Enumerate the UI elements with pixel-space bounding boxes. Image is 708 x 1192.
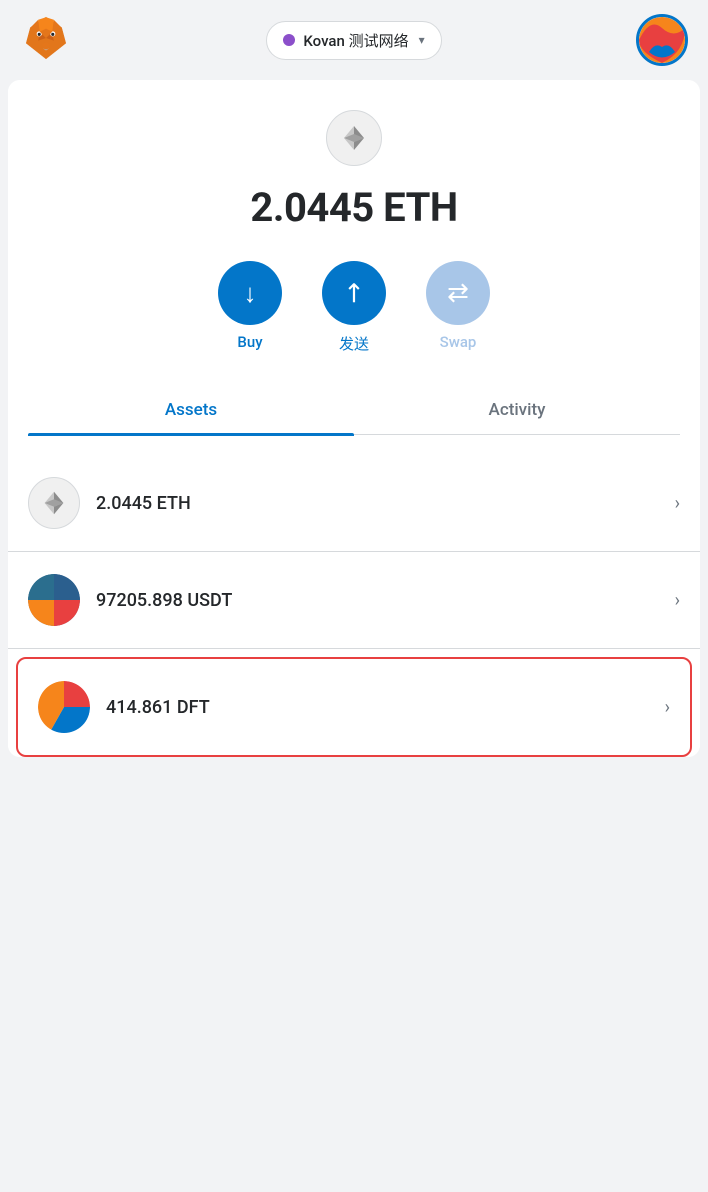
usdt-balance: 97205.898 USDT xyxy=(96,590,675,611)
send-icon: ↗ xyxy=(336,275,373,312)
network-selector[interactable]: Kovan 测试网络 ▾ xyxy=(266,21,441,60)
asset-list: 2.0445 ETH › 97205.898 USDT › xyxy=(8,455,700,757)
send-circle: ↗ xyxy=(322,261,386,325)
metamask-logo xyxy=(20,12,72,68)
asset-item-usdt[interactable]: 97205.898 USDT › xyxy=(8,552,700,649)
buy-label: Buy xyxy=(237,333,262,351)
tab-assets[interactable]: Assets xyxy=(28,386,354,434)
eth-asset-icon xyxy=(28,477,80,529)
swap-icon: ⇄ xyxy=(447,278,469,308)
buy-icon: ↓ xyxy=(244,278,257,309)
dft-chevron-icon: › xyxy=(665,697,670,718)
swap-button[interactable]: ⇄ Swap xyxy=(426,261,490,351)
send-button[interactable]: ↗ 发送 xyxy=(322,261,386,354)
network-dot xyxy=(283,34,295,46)
chevron-down-icon: ▾ xyxy=(419,33,425,47)
wallet-balance: 2.0445 ETH xyxy=(250,184,457,231)
buy-button[interactable]: ↓ Buy xyxy=(218,261,282,351)
eth-logo xyxy=(326,110,382,166)
dft-balance: 414.861 DFT xyxy=(106,697,665,718)
swap-circle: ⇄ xyxy=(426,261,490,325)
account-avatar[interactable] xyxy=(636,14,688,66)
usdt-chevron-icon: › xyxy=(675,590,680,611)
asset-item-dft[interactable]: 414.861 DFT › xyxy=(16,657,692,757)
tab-activity[interactable]: Activity xyxy=(354,386,680,434)
wallet-section: 2.0445 ETH ↓ Buy ↗ 发送 ⇄ Swap xyxy=(8,80,700,455)
eth-chevron-icon: › xyxy=(675,493,680,514)
action-buttons: ↓ Buy ↗ 发送 ⇄ Swap xyxy=(218,261,490,354)
dft-asset-icon xyxy=(38,681,90,733)
send-label: 发送 xyxy=(339,333,369,354)
swap-label: Swap xyxy=(440,333,477,351)
tabs: Assets Activity xyxy=(28,386,680,435)
header: Kovan 测试网络 ▾ xyxy=(0,0,708,80)
main-card: 2.0445 ETH ↓ Buy ↗ 发送 ⇄ Swap xyxy=(8,80,700,757)
eth-balance: 2.0445 ETH xyxy=(96,493,675,514)
network-name: Kovan 测试网络 xyxy=(303,30,408,51)
buy-circle: ↓ xyxy=(218,261,282,325)
asset-item-eth[interactable]: 2.0445 ETH › xyxy=(8,455,700,552)
usdt-asset-icon xyxy=(28,574,80,626)
